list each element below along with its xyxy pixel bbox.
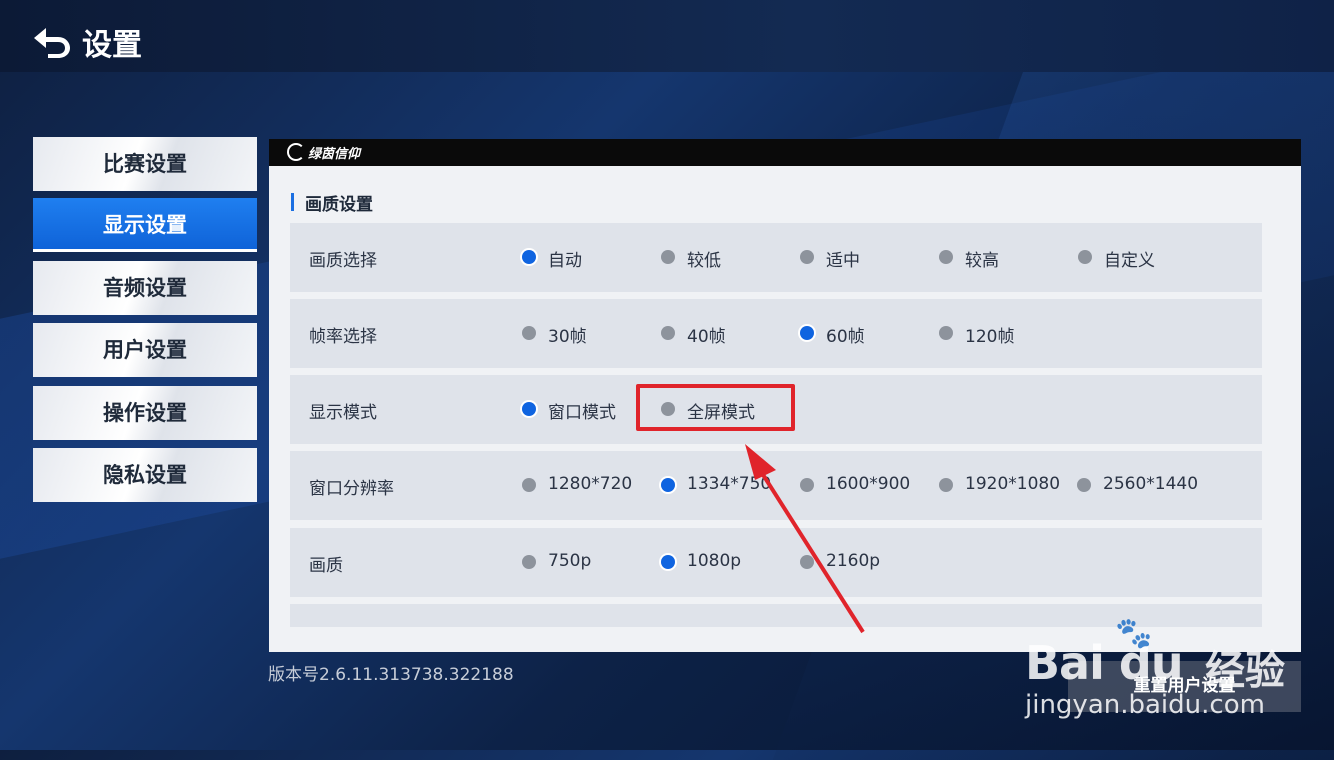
option-label: 2560*1440 [1103,474,1199,494]
radio-icon [939,326,953,340]
option-label: 30帧 [548,327,587,347]
option-label: 适中 [826,251,860,271]
radio-icon [800,555,814,569]
sidebar-item-audio[interactable]: 音频设置 [33,261,257,315]
game-logo: 绿茵信仰 [287,143,360,162]
logo-text: 绿茵信仰 [308,147,361,162]
option-label: 1920*1080 [965,474,1061,494]
option-label: 2160p [826,551,881,571]
sidebar-item-privacy[interactable]: 隐私设置 [33,448,257,502]
option-label: 自动 [548,251,582,271]
option-label: 120帧 [965,327,1015,347]
radio-selected-icon [661,555,675,569]
option-label: 1080p [687,551,742,571]
row-label: 画质选择 [309,251,377,271]
section-title: 画质设置 [305,195,373,215]
page-title: 设置 [82,28,142,63]
logo-icon [287,143,305,161]
radio-icon [522,478,536,492]
sidebar-item-display[interactable]: 显示设置 [33,198,257,252]
setting-row-resolution: 窗口分辨率 1280*720 1334*750 1600*900 1920*10… [290,451,1262,520]
radio-icon [661,250,675,264]
top-bar: 设置 [0,0,1334,72]
radio-icon [522,326,536,340]
radio-icon [1078,250,1092,264]
radio-icon [939,250,953,264]
radio-selected-icon [661,478,675,492]
highlight-box [636,384,795,431]
setting-row-partial [290,604,1262,627]
setting-row-quality: 画质选择 自动 较低 适中 较高 自定义 [290,223,1262,292]
setting-row-render-quality: 画质 750p 1080p 2160p [290,528,1262,597]
panel-header: 绿茵信仰 [269,139,1301,166]
option-label: 40帧 [687,327,726,347]
radio-icon [1077,478,1091,492]
option-label: 750p [548,551,592,571]
sidebar-item-user[interactable]: 用户设置 [33,323,257,377]
row-label: 窗口分辨率 [309,479,394,499]
option-label: 1280*720 [548,474,633,494]
back-arrow-icon[interactable] [32,24,72,58]
radio-selected-icon [522,402,536,416]
radio-selected-icon [800,326,814,340]
radio-icon [661,326,675,340]
section-accent-bar [291,193,294,211]
radio-icon [800,478,814,492]
radio-icon [800,250,814,264]
reset-user-settings-button[interactable]: 重置用户设置 [1068,661,1301,712]
option-label: 窗口模式 [548,403,616,423]
option-label: 较高 [965,251,999,271]
option-label: 自定义 [1104,251,1155,271]
sidebar-item-controls[interactable]: 操作设置 [33,386,257,440]
row-label: 显示模式 [309,403,377,423]
radio-icon [939,478,953,492]
option-label: 较低 [687,251,721,271]
option-label: 1334*750 [687,474,772,494]
radio-selected-icon [522,250,536,264]
sidebar-item-match[interactable]: 比赛设置 [33,137,257,191]
option-label: 60帧 [826,327,865,347]
version-text: 版本号2.6.11.313738.322188 [268,665,514,685]
option-label: 1600*900 [826,474,911,494]
radio-icon [522,555,536,569]
row-label: 帧率选择 [309,327,377,347]
setting-row-framerate: 帧率选择 30帧 40帧 60帧 120帧 [290,299,1262,368]
row-label: 画质 [309,556,343,576]
